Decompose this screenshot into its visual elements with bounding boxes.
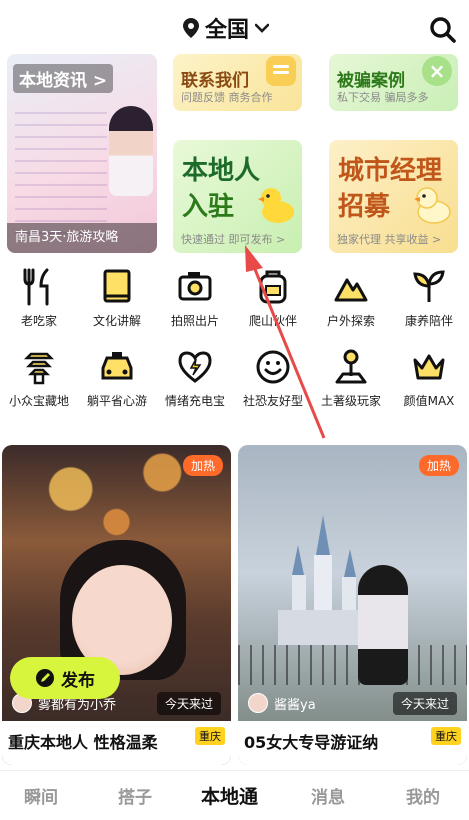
list-icon [266, 56, 296, 86]
category-label: 情绪充电宝 [164, 394, 225, 408]
book-icon [103, 269, 131, 303]
contact-us-title: 联系我们 [181, 71, 249, 91]
tab-me[interactable]: 我的 [406, 783, 440, 808]
heart-bolt-icon [178, 351, 212, 383]
category-label: 小众宝藏地 [8, 394, 69, 408]
tab-local[interactable]: 本地通 [201, 782, 258, 809]
banner-illustration [15, 102, 107, 242]
crown-icon [413, 354, 445, 380]
author[interactable]: 酱酱ya [248, 693, 316, 713]
category-emotional[interactable]: 情绪充电宝 [156, 348, 234, 418]
local-join-subtitle: 快速通过 即可发布 > [181, 233, 286, 246]
duck-icon [414, 187, 451, 224]
category-outdoor[interactable]: 户外探索 [312, 268, 390, 338]
photo-person [358, 565, 408, 685]
category-label: 躺平省心游 [86, 394, 147, 408]
photo-fence [238, 645, 467, 685]
category-label: 老吃家 [20, 314, 57, 328]
feed-card[interactable]: 加热 酱酱ya 今天来过 05女大专导游证纳 重庆 [238, 445, 467, 765]
category-looks-max[interactable]: 颜值MAX [390, 348, 468, 418]
feed-card[interactable]: 加热 雾都有为小乔 今天来过 重庆本地人 性格温柔 重庆 [2, 445, 231, 765]
category-relax-trip[interactable]: 躺平省心游 [78, 348, 156, 418]
fork-knife-icon [23, 268, 49, 306]
publish-button[interactable]: 发布 [10, 657, 120, 699]
bottom-nav: 瞬间 搭子 本地通 消息 我的 [0, 770, 469, 820]
search-icon[interactable] [429, 16, 457, 44]
chevron-down-icon [255, 23, 270, 33]
tab-messages[interactable]: 消息 [311, 783, 345, 808]
banner-tag: 本地资讯 > [13, 64, 114, 93]
pencil-icon [36, 669, 54, 687]
city-badge: 重庆 [195, 727, 225, 745]
category-label: 拍照出片 [170, 314, 219, 328]
backpack-icon [259, 270, 287, 304]
city-manager-subtitle: 独家代理 共享收益 > [337, 233, 442, 246]
category-social-friendly[interactable]: 社恐友好型 [234, 348, 312, 418]
local-join-line1: 本地人 [182, 156, 261, 186]
contact-us-subtitle: 问题反馈 商务合作 [181, 91, 273, 104]
sprout-icon [413, 270, 445, 302]
banner-caption: 南昌3天·旅游攻略 [7, 223, 157, 253]
smile-icon [256, 350, 290, 384]
last-seen-badge: 今天来过 [392, 692, 457, 715]
category-label: 爬山伙伴 [248, 314, 297, 328]
city-badge: 重庆 [431, 727, 461, 745]
fraud-cases-subtitle: 私下交易 骗局多多 [337, 91, 429, 104]
city-manager-line1: 城市经理 [338, 156, 443, 186]
category-hidden-gems[interactable]: 小众宝藏地 [0, 348, 78, 418]
publish-label: 发布 [61, 670, 95, 691]
mountain-icon [334, 278, 368, 302]
category-foodie[interactable]: 老吃家 [0, 268, 78, 338]
boost-badge[interactable]: 加热 [182, 455, 223, 476]
contact-us-card[interactable]: 联系我们 问题反馈 商务合作 [173, 54, 302, 111]
last-seen-badge: 今天来过 [156, 692, 221, 715]
tab-buddies[interactable]: 搭子 [118, 783, 152, 808]
category-label: 土著级玩家 [320, 394, 381, 408]
category-label: 社恐友好型 [242, 394, 303, 408]
duck-icon [258, 188, 294, 223]
location-pin-icon [183, 18, 199, 38]
location-label: 全国 [205, 18, 250, 43]
category-photo[interactable]: 拍照出片 [156, 268, 234, 338]
close-icon: × [422, 56, 452, 86]
fraud-cases-title: 被骗案例 [337, 71, 405, 91]
category-culture[interactable]: 文化讲解 [78, 268, 156, 338]
avatar [248, 693, 268, 713]
header: 全国 [0, 0, 469, 56]
category-label: 户外探索 [326, 314, 375, 328]
map-pin-icon [335, 349, 367, 384]
location-selector[interactable]: 全国 [183, 14, 270, 43]
category-label: 康养陪伴 [404, 314, 453, 328]
category-hiking[interactable]: 爬山伙伴 [234, 268, 312, 338]
city-manager-line2: 招募 [338, 192, 391, 222]
pagoda-icon [23, 352, 55, 385]
boost-badge[interactable]: 加热 [418, 455, 459, 476]
city-manager-card[interactable]: 城市经理 招募 独家代理 共享收益 > [329, 140, 458, 253]
category-native-player[interactable]: 土著级玩家 [312, 348, 390, 418]
camera-icon [178, 272, 212, 301]
taxi-icon [101, 352, 133, 380]
category-label: 文化讲解 [92, 314, 141, 328]
local-news-banner[interactable]: 本地资讯 > 南昌3天·旅游攻略 [7, 54, 157, 253]
tab-moments[interactable]: 瞬间 [24, 783, 58, 808]
local-join-line2: 入驻 [182, 192, 235, 222]
category-label: 颜值MAX [403, 394, 455, 408]
local-join-card[interactable]: 本地人 入驻 快速通过 即可发布 > [173, 140, 302, 253]
fraud-cases-card[interactable]: × 被骗案例 私下交易 骗局多多 [329, 54, 458, 111]
author-name: 酱酱ya [274, 697, 316, 713]
banner-photo [109, 106, 153, 196]
category-wellness[interactable]: 康养陪伴 [390, 268, 468, 338]
